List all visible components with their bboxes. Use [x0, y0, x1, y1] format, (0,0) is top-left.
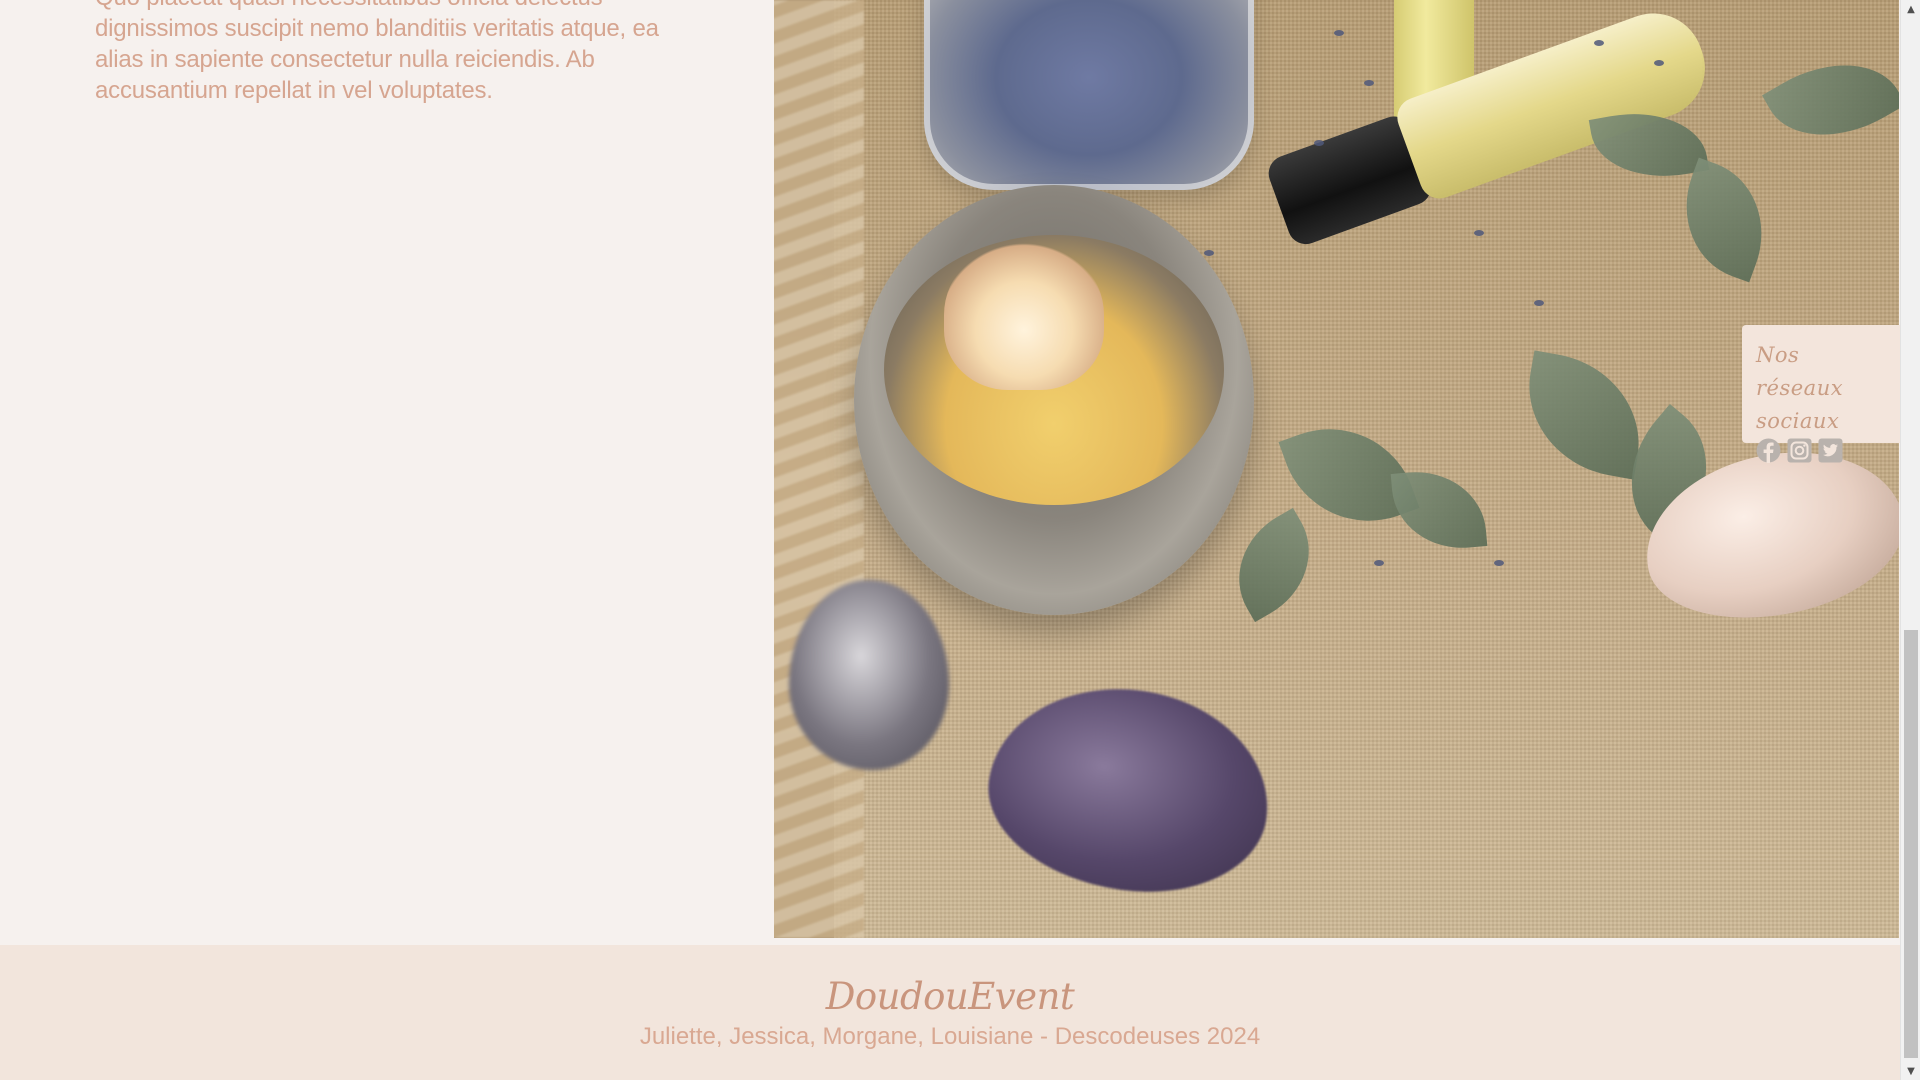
footer: DoudouEvent Juliette, Jessica, Morgane, … — [0, 945, 1900, 1080]
instagram-icon[interactable] — [1787, 438, 1812, 463]
woven-mat — [774, 0, 864, 938]
page-scrollbar[interactable]: ▲ ▼ — [1900, 0, 1920, 1080]
social-title: Nos réseaux sociaux — [1756, 343, 1844, 433]
dried-flower — [944, 240, 1104, 390]
social-icons — [1756, 438, 1888, 463]
social-widget: Nos réseaux sociaux — [1742, 325, 1900, 463]
footer-brand-logo: DoudouEvent — [825, 975, 1075, 1018]
intro-paragraph: Quo placeat quasi necessitatibus officia… — [95, 0, 659, 104]
footer-credits: Juliette, Jessica, Morgane, Louisiane - … — [639, 1023, 1261, 1050]
scroll-thumb[interactable] — [1904, 630, 1918, 1058]
scroll-up-arrow-icon[interactable]: ▲ — [1901, 0, 1920, 18]
facebook-icon[interactable] — [1756, 438, 1781, 463]
hero-photo — [774, 0, 1899, 938]
scroll-down-arrow-icon[interactable]: ▼ — [1901, 1062, 1920, 1080]
twitter-icon[interactable] — [1818, 438, 1843, 463]
lavender-jar — [924, 0, 1254, 190]
